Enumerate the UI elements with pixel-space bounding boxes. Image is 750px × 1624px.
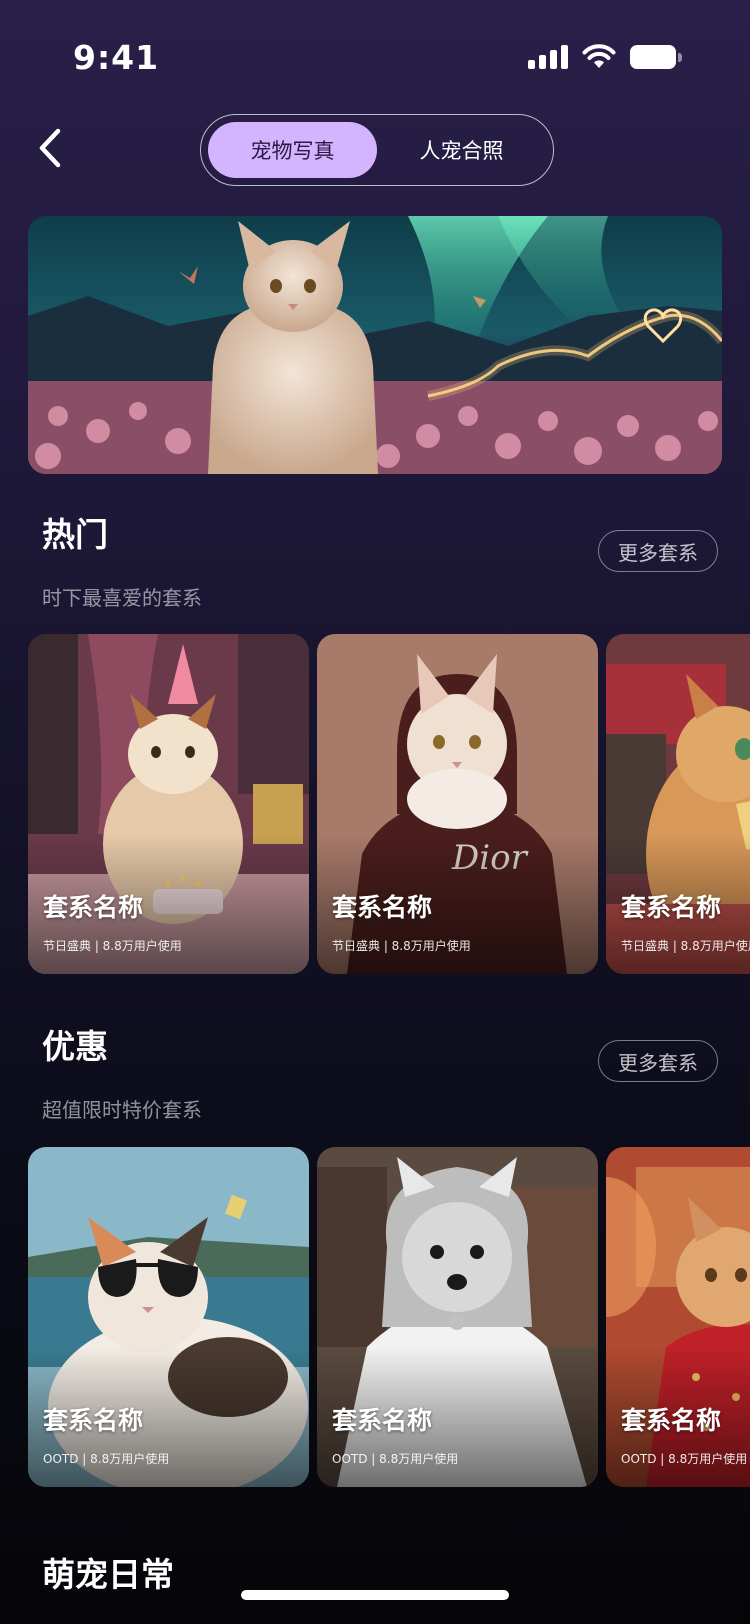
card-title: 套系名称 (621, 893, 722, 922)
set-card[interactable]: 套系名称 节日盛典 | 8.8万用户使用 (606, 634, 750, 974)
card-meta: OOTD | 8.8万用户使用 (621, 1452, 748, 1466)
tab-pet-portrait[interactable]: 宠物写真 (208, 122, 377, 178)
more-sets-button-discount[interactable]: 更多套系 (598, 1040, 718, 1082)
card-meta: 节日盛典 | 8.8万用户使用 (332, 939, 471, 953)
set-card[interactable]: 套系名称 OOTD | 8.8万用户使用 (606, 1147, 750, 1487)
card-meta: OOTD | 8.8万用户使用 (43, 1452, 170, 1466)
card-meta: 节日盛典 | 8.8万用户使用 (621, 939, 750, 953)
status-icons (528, 44, 682, 70)
chevron-left-icon (39, 128, 61, 168)
more-sets-button-hot[interactable]: 更多套系 (598, 530, 718, 572)
status-time: 9:41 (73, 38, 160, 77)
section-title-discount: 优惠 (42, 1027, 108, 1066)
home-indicator[interactable] (241, 1590, 509, 1600)
banner-art (28, 216, 722, 474)
section-subtitle-discount: 超值限时特价套系 (42, 1098, 202, 1122)
card-title: 套系名称 (332, 893, 433, 922)
back-button[interactable] (30, 125, 70, 171)
category-segmented-control: 宠物写真 人宠合照 (200, 114, 554, 186)
cellular-signal-icon (528, 45, 568, 69)
section-subtitle-hot: 时下最喜爱的套系 (42, 586, 202, 610)
set-card[interactable]: 套系名称 节日盛典 | 8.8万用户使用 (28, 634, 309, 974)
set-card[interactable]: 套系名称 OOTD | 8.8万用户使用 (317, 1147, 598, 1487)
section-title-hot: 热门 (42, 515, 108, 554)
tab-pet-owner-photo[interactable]: 人宠合照 (377, 122, 546, 178)
card-meta: 节日盛典 | 8.8万用户使用 (43, 939, 182, 953)
status-bar: 9:41 (0, 0, 750, 110)
card-title: 套系名称 (621, 1406, 722, 1435)
hot-card-list: 套系名称 节日盛典 | 8.8万用户使用 Dior 套系名称 节日盛典 | 8.… (28, 634, 750, 974)
card-title: 套系名称 (43, 1406, 144, 1435)
set-card[interactable]: 套系名称 OOTD | 8.8万用户使用 (28, 1147, 309, 1487)
wifi-icon (582, 44, 616, 68)
hero-banner[interactable] (28, 216, 722, 474)
card-title: 套系名称 (43, 893, 144, 922)
discount-card-list: 套系名称 OOTD | 8.8万用户使用 套系名称 OOTD | 8.8万用户使… (28, 1147, 750, 1487)
card-meta: OOTD | 8.8万用户使用 (332, 1452, 459, 1466)
section-title-daily: 萌宠日常 (42, 1555, 174, 1594)
set-card[interactable]: Dior 套系名称 节日盛典 | 8.8万用户使用 (317, 634, 598, 974)
card-title: 套系名称 (332, 1406, 433, 1435)
battery-icon (630, 45, 682, 69)
